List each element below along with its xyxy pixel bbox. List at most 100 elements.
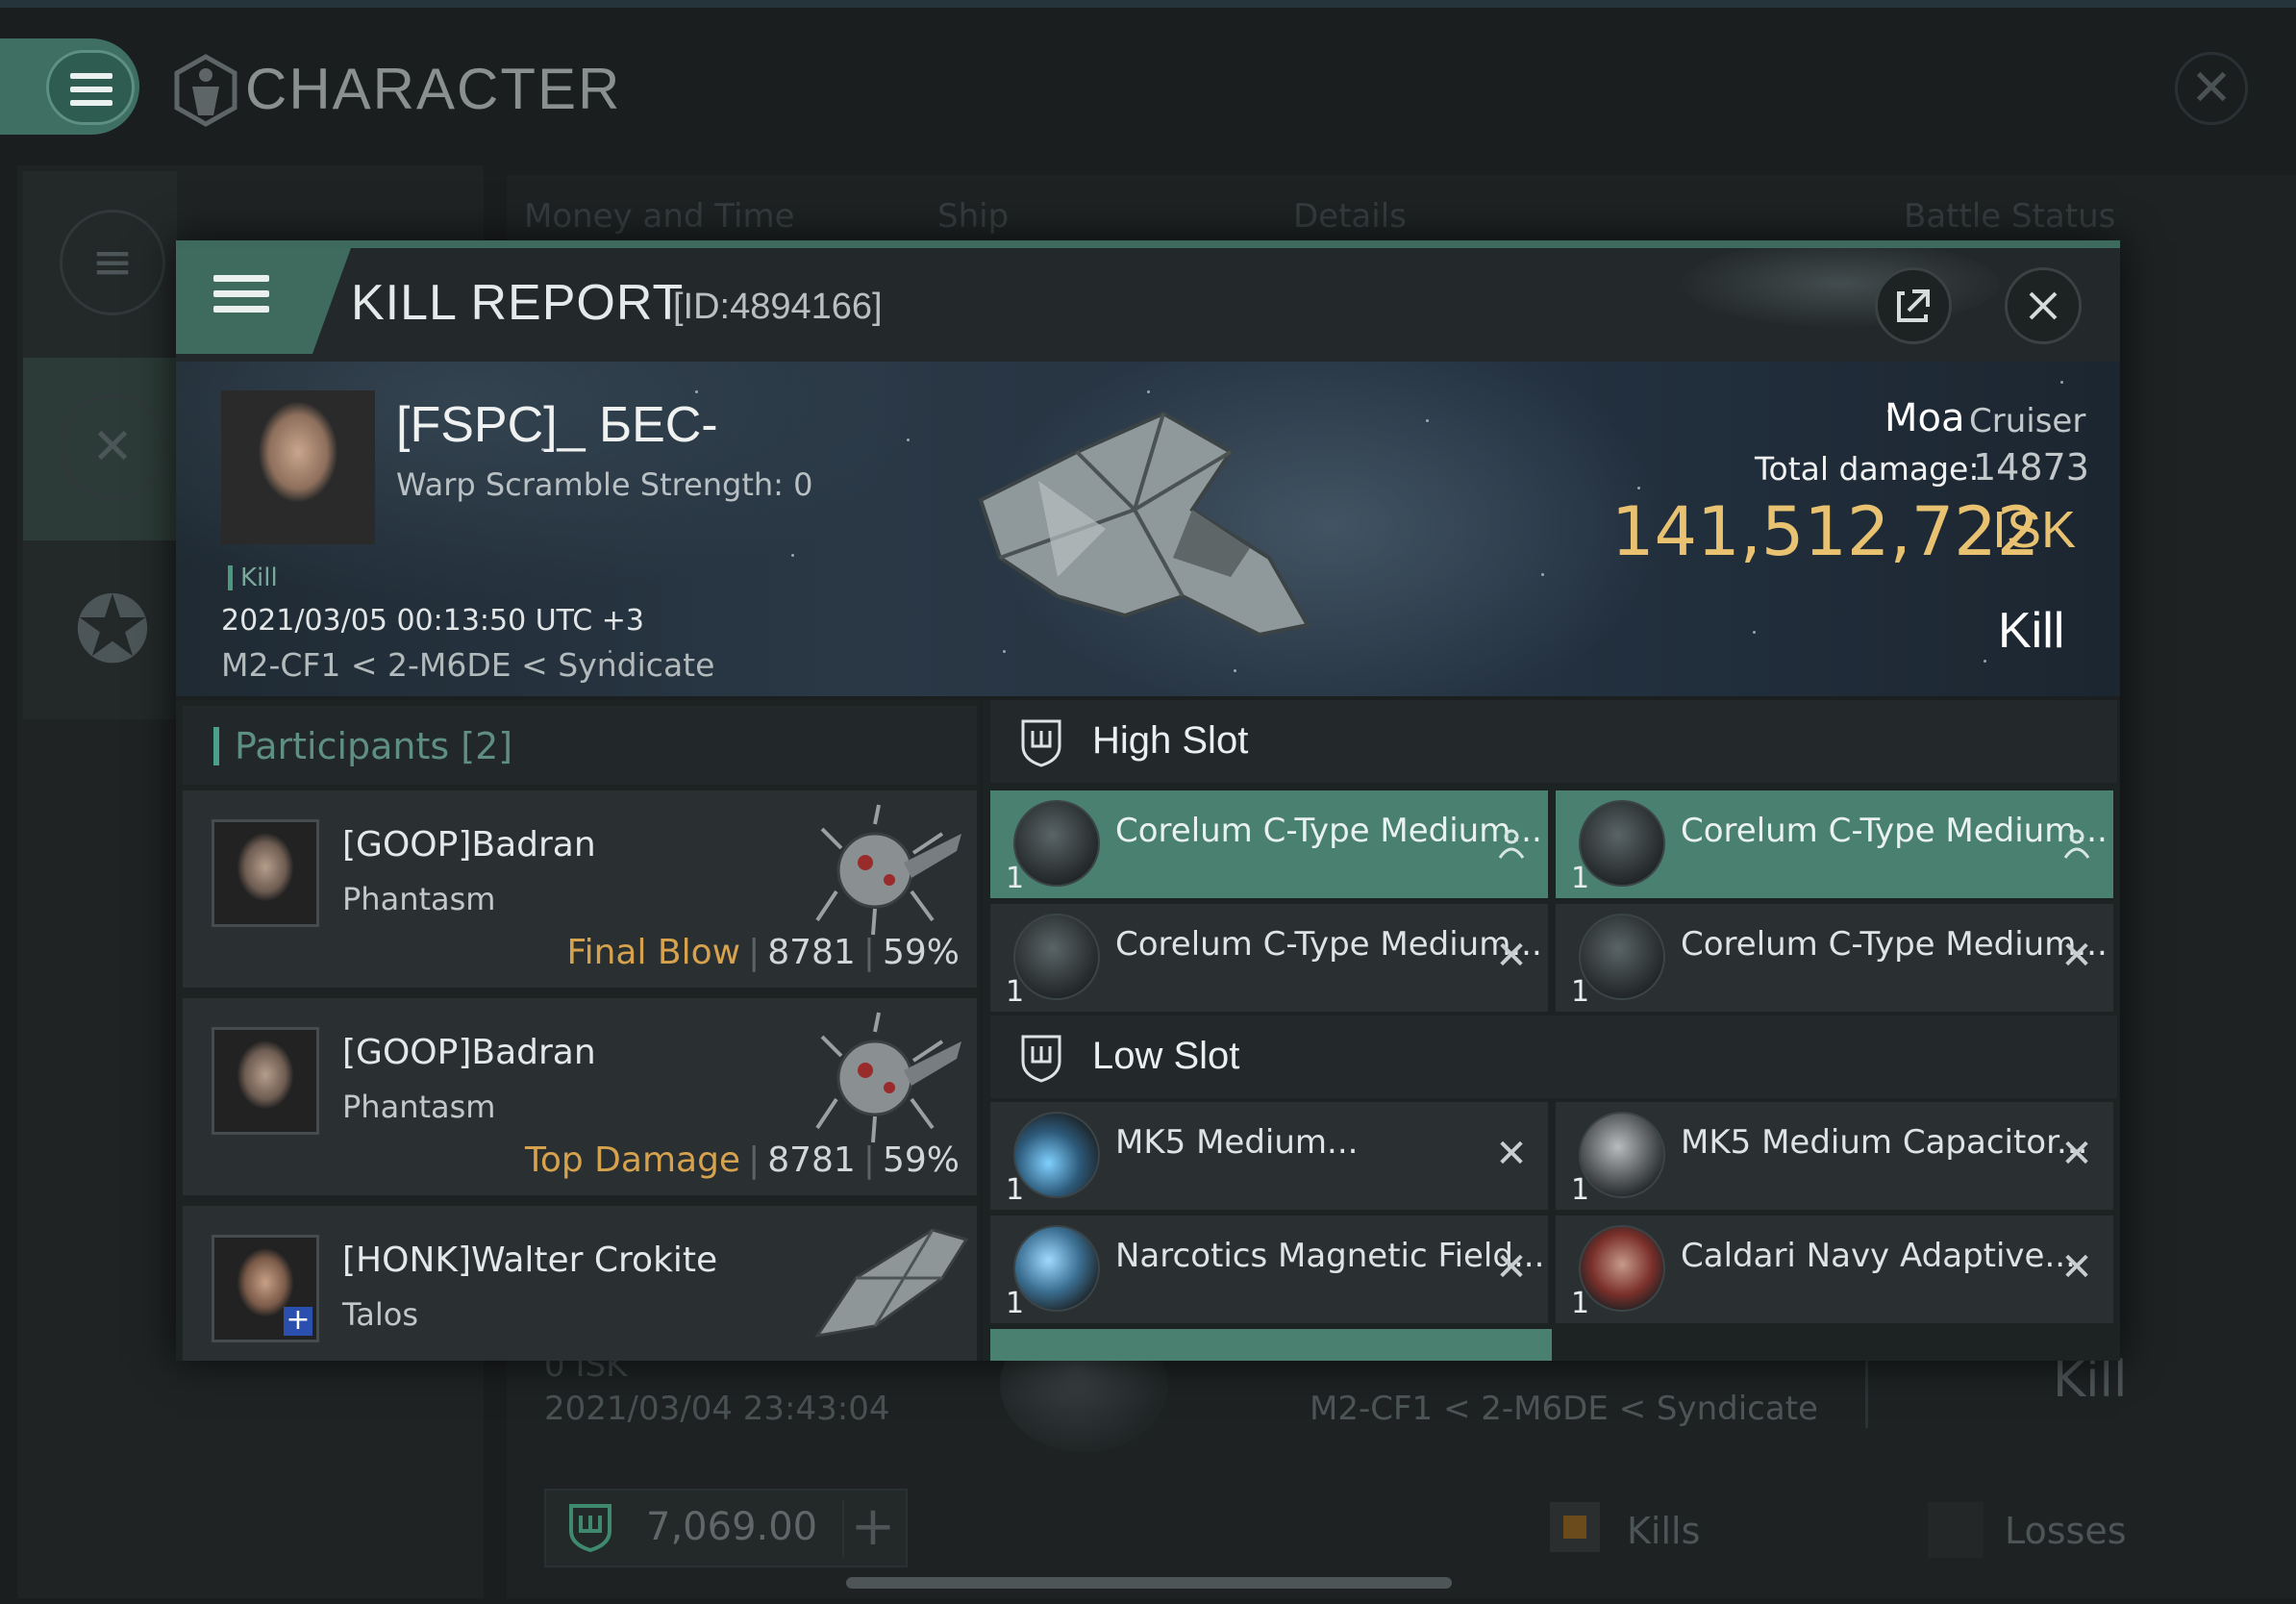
losses-label: Losses bbox=[2005, 1510, 2127, 1552]
module-slot[interactable]: 1 Corelum C-Type Medium... ✕ bbox=[990, 904, 1548, 1012]
crossed-swords-icon[interactable]: ✕ bbox=[60, 394, 165, 500]
top-strip bbox=[0, 0, 2296, 8]
horizontal-scrollbar[interactable] bbox=[846, 1577, 1452, 1589]
module-slot[interactable]: 1 Corelum C-Type Medium... bbox=[990, 790, 1548, 898]
share-button[interactable] bbox=[1875, 267, 1952, 344]
menu-icon[interactable] bbox=[46, 50, 135, 125]
x-icon: ✕ bbox=[2060, 1245, 2093, 1290]
external-link-icon bbox=[1897, 289, 1930, 322]
module-name: Corelum C-Type Medium... bbox=[1681, 812, 2108, 850]
kill-tag: Kill bbox=[240, 564, 278, 592]
ship-name: Moa bbox=[1884, 396, 1965, 440]
module-name: MK5 Medium... bbox=[1115, 1123, 1359, 1162]
x-icon: ✕ bbox=[1495, 1132, 1528, 1176]
capacitor-icon bbox=[1579, 1112, 1665, 1198]
field-icon bbox=[1013, 1225, 1100, 1312]
losses-checkbox[interactable] bbox=[1928, 1502, 1984, 1558]
module-slot[interactable]: 1 Corelum C-Type Medium... bbox=[1556, 790, 2113, 898]
header-accent-line bbox=[176, 240, 2120, 248]
close-icon bbox=[2029, 291, 2058, 320]
module-slot[interactable]: 1 Corelum C-Type Medium... ✕ bbox=[1556, 904, 2113, 1012]
person-icon bbox=[2059, 825, 2094, 860]
turret-icon bbox=[1013, 800, 1100, 887]
shield-hardener-icon bbox=[1579, 1225, 1665, 1312]
character-logo-icon bbox=[174, 54, 237, 127]
tab-ship[interactable]: Ship bbox=[937, 197, 1009, 236]
row-date: 2021/03/04 23:43:04 bbox=[544, 1390, 890, 1428]
victim-name: [FSPC]_ БЕС- bbox=[396, 397, 718, 453]
module-qty: 1 bbox=[1006, 862, 1025, 895]
x-icon: ✕ bbox=[2060, 934, 2093, 978]
participant-damage: 8781 bbox=[767, 933, 856, 972]
thruster-icon bbox=[1013, 1112, 1100, 1198]
participant-name: [HONK]Walter Crokite bbox=[342, 1241, 718, 1280]
participants-accent bbox=[213, 727, 219, 765]
turret-icon bbox=[1579, 914, 1665, 1000]
participant-ship: Phantasm bbox=[342, 1089, 496, 1125]
module-qty: 1 bbox=[1571, 1287, 1590, 1320]
tab-money-and-time[interactable]: Money and Time bbox=[524, 197, 795, 236]
high-slot-title: High Slot bbox=[1092, 719, 1249, 762]
slot-shield-icon bbox=[1021, 719, 1061, 767]
phantasm-ship-icon bbox=[815, 804, 961, 936]
module-qty: 1 bbox=[1571, 862, 1590, 895]
total-damage-value: 14873 bbox=[1973, 446, 2089, 489]
isk-unit: ISK bbox=[1992, 501, 2077, 559]
participant-stats: Top Damage | 8781 | 59% bbox=[524, 1140, 960, 1180]
low-slot-header: Low Slot bbox=[990, 1015, 2117, 1098]
participant-damage: 8781 bbox=[767, 1140, 856, 1180]
talos-ship-icon bbox=[813, 1228, 969, 1339]
ship-class: Cruiser bbox=[1969, 402, 2086, 440]
row-location: M2-CF1 < 2-M6DE < Syndicate bbox=[1310, 1390, 1818, 1428]
module-qty: 1 bbox=[1571, 975, 1590, 1009]
person-icon bbox=[1494, 825, 1529, 860]
star-badge-icon[interactable]: ✪ bbox=[60, 577, 165, 683]
x-icon: ✕ bbox=[1495, 934, 1528, 978]
participant-portrait[interactable]: + bbox=[212, 1235, 319, 1342]
kill-tag-bar bbox=[228, 565, 233, 590]
module-name: MK5 Medium Capacitor... bbox=[1681, 1123, 2088, 1162]
module-slot[interactable]: 1 Caldari Navy Adaptive... ✕ bbox=[1556, 1216, 2113, 1323]
participant-portrait[interactable] bbox=[212, 1027, 319, 1135]
window-title: CHARACTER bbox=[245, 57, 622, 121]
module-slot[interactable]: 1 MK5 Medium... ✕ bbox=[990, 1102, 1548, 1210]
top-damage-tag: Top Damage bbox=[524, 1140, 741, 1180]
module-name: Corelum C-Type Medium... bbox=[1681, 925, 2108, 964]
final-blow-tag: Final Blow bbox=[566, 933, 741, 972]
high-slot-header: High Slot bbox=[990, 700, 2117, 783]
module-slot[interactable]: 1 Narcotics Magnetic Field... ✕ bbox=[990, 1216, 1548, 1323]
x-icon: ✕ bbox=[1495, 1245, 1528, 1290]
plus-badge-icon: + bbox=[284, 1306, 312, 1336]
close-icon[interactable]: ✕ bbox=[2175, 52, 2248, 125]
participant-percent: 59% bbox=[882, 933, 960, 972]
warp-scramble-strength: Warp Scramble Strength: 0 bbox=[396, 466, 813, 503]
module-qty: 1 bbox=[1006, 1173, 1025, 1207]
participant-percent: 59% bbox=[882, 1140, 960, 1180]
partial-module-slot[interactable] bbox=[990, 1329, 1552, 1361]
participants-label: Participants [2] bbox=[235, 725, 513, 767]
kills-checkbox[interactable] bbox=[1550, 1502, 1600, 1552]
list-icon[interactable]: ≡ bbox=[60, 210, 165, 315]
participant-row[interactable]: [GOOP]Badran Phantasm Top Damage | 8781 | 59… bbox=[183, 998, 977, 1195]
kills-label: Kills bbox=[1627, 1510, 1701, 1552]
header-decoration bbox=[1683, 240, 2000, 327]
participant-row[interactable]: + [HONK]Walter Crokite Talos bbox=[183, 1206, 977, 1361]
close-button[interactable] bbox=[2005, 267, 2082, 344]
module-slot[interactable]: 1 MK5 Medium Capacitor... ✕ bbox=[1556, 1102, 2113, 1210]
module-name: Caldari Navy Adaptive... bbox=[1681, 1237, 2076, 1275]
participant-row[interactable]: [GOOP]Badran Phantasm Final Blow | 8781 | 59… bbox=[183, 790, 977, 988]
tab-battle-status[interactable]: Battle Status bbox=[1904, 197, 2115, 236]
participant-portrait[interactable] bbox=[212, 819, 319, 927]
total-damage-label: Total damage: bbox=[1755, 450, 1980, 488]
menu-icon[interactable] bbox=[213, 275, 269, 321]
participant-stats: Final Blow | 8781 | 59% bbox=[566, 933, 960, 972]
module-qty: 1 bbox=[1006, 975, 1025, 1009]
participant-ship: Phantasm bbox=[342, 881, 496, 917]
participant-ship: Talos bbox=[342, 1296, 418, 1333]
add-funds-button[interactable]: + bbox=[842, 1500, 902, 1558]
victim-portrait[interactable] bbox=[221, 390, 375, 544]
module-qty: 1 bbox=[1571, 1173, 1590, 1207]
tab-details[interactable]: Details bbox=[1293, 197, 1407, 236]
participant-name: [GOOP]Badran bbox=[342, 1033, 596, 1072]
module-name: Narcotics Magnetic Field... bbox=[1115, 1237, 1545, 1275]
